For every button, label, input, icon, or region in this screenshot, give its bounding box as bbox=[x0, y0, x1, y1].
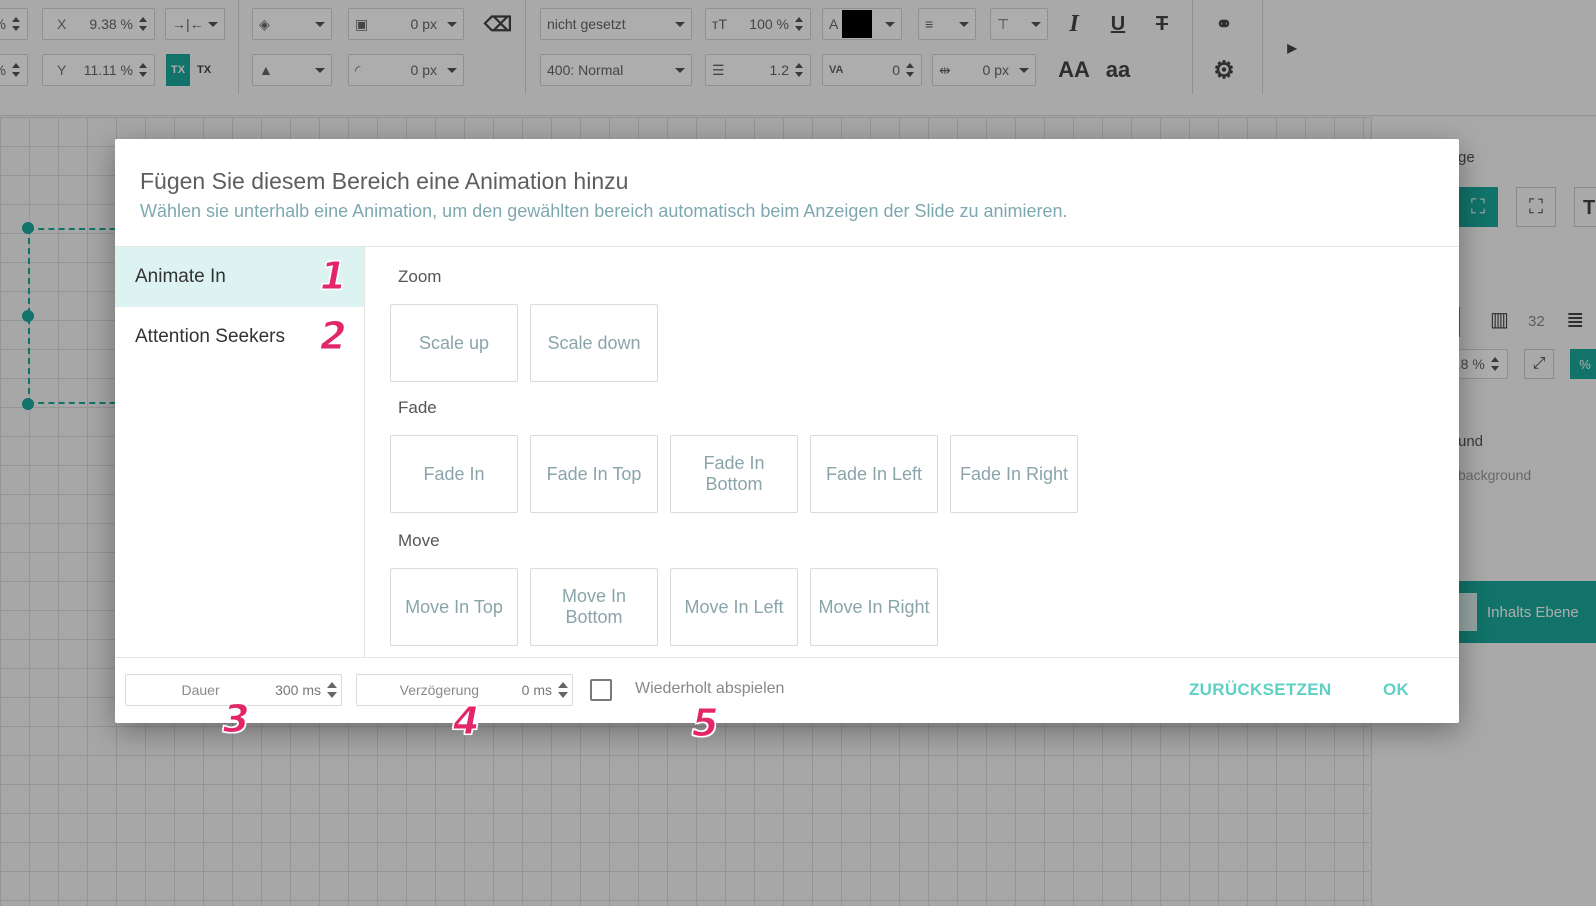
category-sidebar: Animate In 1 Attention Seekers 2 bbox=[115, 247, 365, 657]
group-move: Move Move In Top Move In Bottom Move In … bbox=[390, 531, 938, 646]
animation-dialog: Fügen Sie diesem Bereich eine Animation … bbox=[115, 139, 1459, 743]
anim-fade-in-left-button[interactable]: Fade In Left bbox=[810, 435, 938, 513]
delay-spinner[interactable] bbox=[558, 682, 568, 698]
annotation-marker: 4 bbox=[452, 699, 480, 743]
annotation-marker: 2 bbox=[319, 314, 347, 358]
delay-value: 0 ms bbox=[521, 682, 552, 698]
anim-fade-in-right-button[interactable]: Fade In Right bbox=[950, 435, 1078, 513]
anim-move-in-top-button[interactable]: Move In Top bbox=[390, 568, 518, 646]
annotation-marker: 1 bbox=[319, 254, 347, 298]
group-zoom: Zoom Scale up Scale down bbox=[390, 267, 658, 382]
anim-fade-in-top-button[interactable]: Fade In Top bbox=[530, 435, 658, 513]
dialog-subtitle: Wählen sie unterhalb eine Animation, um … bbox=[140, 201, 1068, 221]
annotation-marker: 3 bbox=[222, 697, 250, 741]
anim-fade-in-button[interactable]: Fade In bbox=[390, 435, 518, 513]
group-title: Zoom bbox=[398, 267, 442, 286]
animation-list: Zoom Scale up Scale down Fade Fade In Fa… bbox=[365, 247, 1459, 657]
button-row: Scale up Scale down bbox=[390, 304, 658, 382]
category-animate-in[interactable]: Animate In 1 bbox=[115, 247, 364, 307]
dialog-header: Fügen Sie diesem Bereich eine Animation … bbox=[115, 139, 1459, 247]
anim-scale-up-button[interactable]: Scale up bbox=[390, 304, 518, 382]
delay-label: Verzögerung bbox=[399, 682, 480, 698]
anim-move-in-right-button[interactable]: Move In Right bbox=[810, 568, 938, 646]
annotation-marker: 5 bbox=[691, 701, 719, 745]
duration-value: 300 ms bbox=[275, 682, 321, 698]
anim-scale-down-button[interactable]: Scale down bbox=[530, 304, 658, 382]
ok-button[interactable]: OK bbox=[1383, 680, 1409, 700]
group-title: Move bbox=[398, 531, 440, 550]
dialog-footer: Dauer 300 ms 3 Verzögerung 0 ms 4 Wieder… bbox=[115, 657, 1459, 743]
anim-move-in-bottom-button[interactable]: Move In Bottom bbox=[530, 568, 658, 646]
repeat-checkbox[interactable] bbox=[590, 679, 612, 701]
group-title: Fade bbox=[398, 398, 437, 417]
button-row: Move In Top Move In Bottom Move In Left … bbox=[390, 568, 938, 646]
duration-label: Dauer bbox=[181, 682, 220, 698]
duration-spinner[interactable] bbox=[327, 682, 337, 698]
category-attention-seekers[interactable]: Attention Seekers 2 bbox=[115, 307, 364, 367]
reset-button[interactable]: ZURÜCKSETZEN bbox=[1189, 680, 1331, 700]
group-fade: Fade Fade In Fade In Top Fade In Bottom … bbox=[390, 398, 1078, 513]
anim-move-in-left-button[interactable]: Move In Left bbox=[670, 568, 798, 646]
dialog-title: Fügen Sie diesem Bereich eine Animation … bbox=[140, 168, 629, 194]
category-label: Animate In bbox=[135, 266, 226, 287]
anim-fade-in-bottom-button[interactable]: Fade In Bottom bbox=[670, 435, 798, 513]
button-row: Fade In Fade In Top Fade In Bottom Fade … bbox=[390, 435, 1078, 513]
category-label: Attention Seekers bbox=[135, 326, 285, 347]
repeat-label: Wiederholt abspielen bbox=[635, 680, 785, 697]
